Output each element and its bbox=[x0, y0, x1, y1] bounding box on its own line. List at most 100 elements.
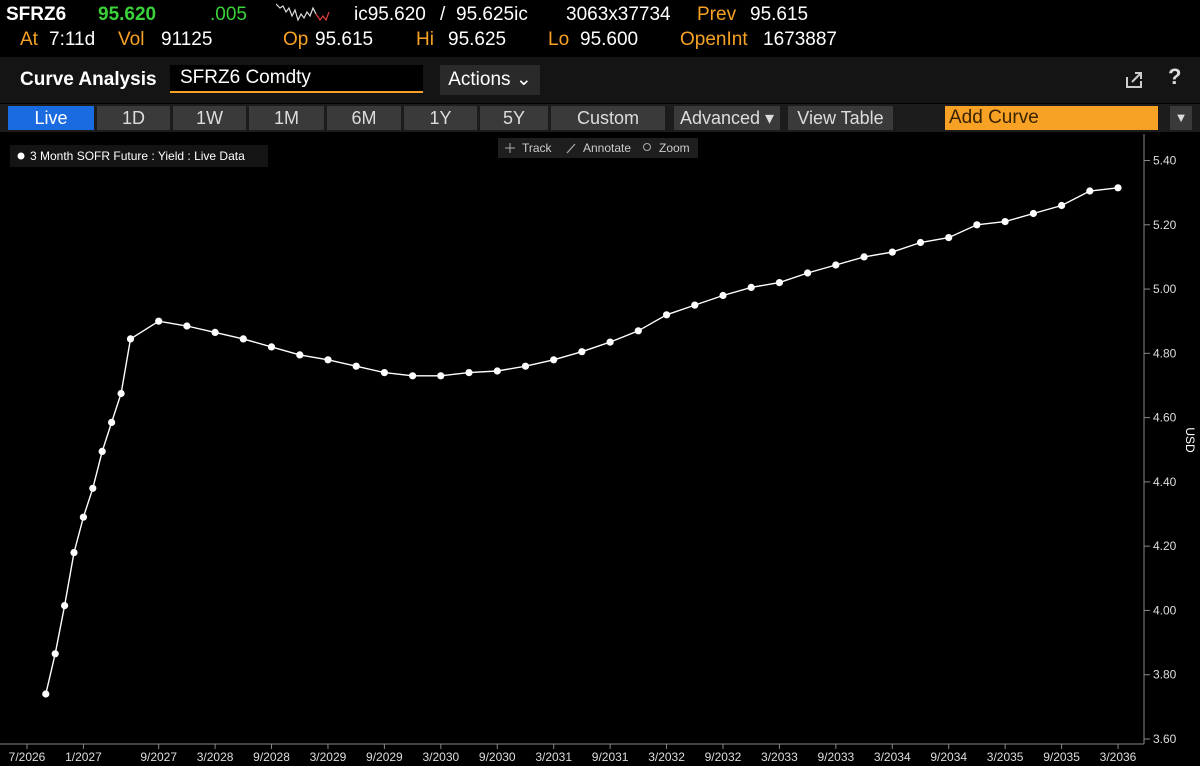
data-point bbox=[380, 369, 388, 377]
x-tick-label: 9/2035 bbox=[1043, 750, 1080, 764]
data-point bbox=[211, 328, 219, 336]
data-point bbox=[832, 261, 840, 269]
y-tick-label: 4.40 bbox=[1153, 475, 1177, 489]
data-point bbox=[550, 356, 558, 364]
security-input[interactable]: SFRZ6 Comdty bbox=[170, 65, 423, 93]
data-point bbox=[409, 372, 417, 380]
y-tick-label: 4.80 bbox=[1153, 346, 1177, 360]
x-tick-label: 7/2026 bbox=[9, 750, 46, 764]
data-point bbox=[42, 690, 50, 698]
prev-label: Prev bbox=[697, 4, 737, 25]
legend-marker bbox=[17, 152, 25, 160]
data-point bbox=[691, 301, 699, 309]
data-point bbox=[98, 447, 106, 455]
share-icon[interactable] bbox=[1124, 70, 1144, 90]
data-point bbox=[324, 356, 332, 364]
add-curve-dropdown-icon[interactable]: ▼ bbox=[1170, 106, 1192, 130]
x-tick-label: 9/2027 bbox=[140, 750, 177, 764]
tab-1d[interactable]: 1D bbox=[97, 106, 170, 130]
data-point bbox=[663, 311, 671, 319]
series-yield bbox=[42, 184, 1122, 698]
data-point bbox=[465, 369, 473, 377]
data-point bbox=[183, 322, 191, 330]
help-icon[interactable]: ? bbox=[1168, 64, 1181, 90]
tab-1y[interactable]: 1Y bbox=[404, 106, 477, 130]
data-point bbox=[578, 348, 586, 356]
y-tick-label: 4.00 bbox=[1153, 603, 1177, 617]
x-tick-label: 3/2034 bbox=[874, 750, 911, 764]
x-tick-label: 9/2028 bbox=[253, 750, 290, 764]
legend-label: 3 Month SOFR Future : Yield : Live Data bbox=[30, 149, 245, 163]
y-tick-label: 3.60 bbox=[1153, 732, 1177, 746]
y-tick-label: 5.20 bbox=[1153, 218, 1177, 232]
tab-custom[interactable]: Custom bbox=[551, 106, 665, 130]
page-title: Curve Analysis bbox=[20, 69, 157, 90]
tab-1w[interactable]: 1W bbox=[173, 106, 246, 130]
data-point bbox=[634, 327, 642, 335]
data-point bbox=[804, 269, 812, 277]
tab-6m[interactable]: 6M bbox=[327, 106, 401, 130]
at-time: 7:11d bbox=[49, 29, 96, 50]
annotate-label: Annotate bbox=[583, 141, 631, 155]
data-point bbox=[719, 291, 727, 300]
data-point bbox=[117, 389, 125, 398]
view-table-button[interactable]: View Table bbox=[788, 106, 893, 130]
data-point bbox=[606, 338, 614, 346]
data-point bbox=[493, 367, 501, 375]
low-value: 95.600 bbox=[580, 29, 639, 50]
y-tick-label: 4.20 bbox=[1153, 539, 1177, 553]
ask-price: 95.625ic bbox=[456, 4, 528, 25]
last-price: 95.620 bbox=[98, 4, 157, 25]
x-tick-label: 3/2028 bbox=[197, 750, 234, 764]
data-point bbox=[945, 234, 953, 242]
data-point bbox=[860, 253, 868, 261]
y-tick-label: 3.80 bbox=[1153, 668, 1177, 682]
low-label: Lo bbox=[548, 29, 570, 50]
tab-5y[interactable]: 5Y bbox=[480, 106, 548, 130]
actions-button[interactable]: Actions ⌄ bbox=[440, 65, 540, 95]
x-tick-label: 3/2032 bbox=[648, 750, 685, 764]
high-label: Hi bbox=[416, 29, 434, 50]
x-tick-label: 3/2035 bbox=[987, 750, 1024, 764]
data-point bbox=[1086, 187, 1094, 195]
open-value: 95.615 bbox=[315, 29, 374, 50]
data-point bbox=[1029, 209, 1037, 218]
y-tick-label: 4.60 bbox=[1153, 411, 1177, 425]
series-line bbox=[45, 187, 1119, 695]
bid-ask-separator: / bbox=[440, 4, 446, 25]
sparkline-icon bbox=[276, 3, 330, 22]
data-point bbox=[61, 602, 69, 610]
data-point bbox=[108, 418, 116, 426]
add-curve-input[interactable]: Add Curve bbox=[945, 106, 1158, 130]
ticker-symbol[interactable]: SFRZ6 bbox=[6, 4, 66, 26]
openint-label: OpenInt bbox=[680, 29, 748, 50]
x-tick-labels: 7/2026 1/2027 9/2027 3/2028 9/2028 3/2029 9/20… bbox=[9, 744, 1137, 764]
data-point bbox=[747, 283, 755, 291]
x-tick-label: 9/2031 bbox=[592, 750, 629, 764]
x-tick-label: 9/2034 bbox=[930, 750, 967, 764]
x-tick-label: 3/2029 bbox=[310, 750, 347, 764]
data-point bbox=[1001, 218, 1009, 226]
bid-price: ic95.620 bbox=[354, 4, 426, 25]
y-tick-label: 5.00 bbox=[1153, 282, 1177, 296]
data-point bbox=[521, 362, 530, 370]
vol-label: Vol bbox=[118, 29, 145, 50]
data-point bbox=[51, 650, 59, 658]
advanced-dropdown[interactable]: Advanced ▾ bbox=[674, 106, 780, 130]
vol-value: 91125 bbox=[161, 29, 213, 50]
at-label: At bbox=[20, 29, 38, 50]
x-tick-label: 9/2029 bbox=[366, 750, 403, 764]
data-point bbox=[973, 221, 981, 229]
tab-live[interactable]: Live bbox=[8, 106, 94, 130]
ticker-strip: SFRZ6 95.620 .005 ic95.620 / 95.625ic 30… bbox=[0, 0, 1200, 56]
x-tick-label: 9/2032 bbox=[705, 750, 742, 764]
data-point bbox=[79, 513, 87, 521]
data-point bbox=[1058, 201, 1066, 210]
data-point bbox=[126, 335, 135, 343]
x-tick-label: 9/2033 bbox=[817, 750, 854, 764]
tab-1m[interactable]: 1M bbox=[249, 106, 324, 130]
curve-chart[interactable]: 3 Month SOFR Future : Yield : Live Data … bbox=[0, 134, 1200, 766]
x-tick-label: 3/2033 bbox=[761, 750, 798, 764]
y-tick-labels: 3.60 3.80 4.00 4.20 4.40 4.60 4.80 5.00 5.20 5.40 bbox=[1144, 154, 1177, 746]
data-point bbox=[775, 279, 784, 287]
